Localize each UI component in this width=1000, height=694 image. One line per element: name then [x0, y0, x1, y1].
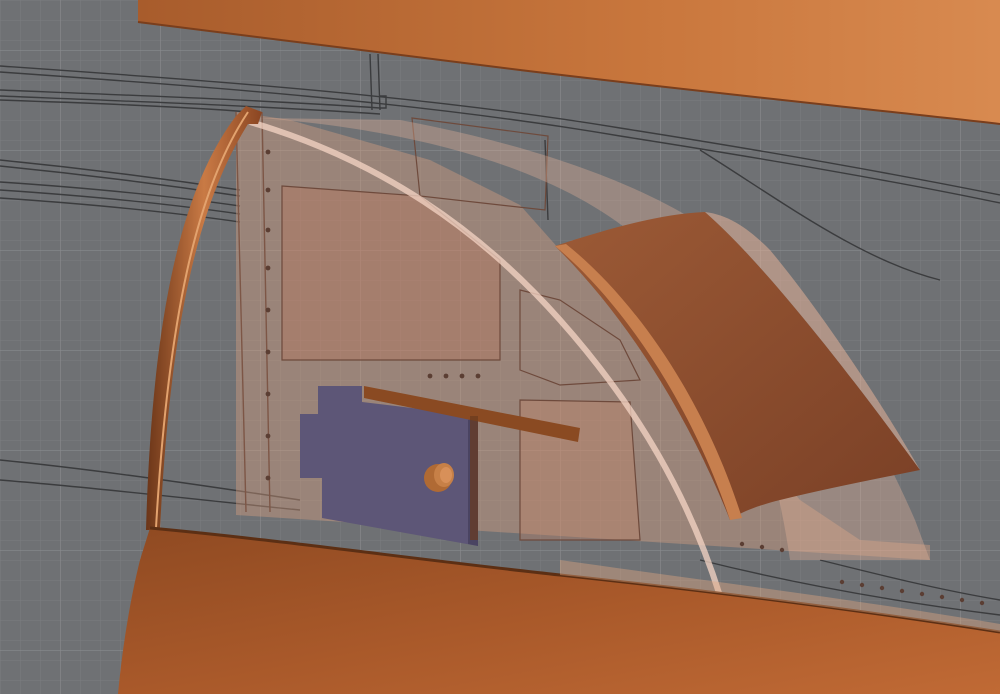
- control-bar-stem: [470, 416, 478, 540]
- 3d-viewport[interactable]: [0, 0, 1000, 694]
- viewport-scene[interactable]: [0, 0, 1000, 694]
